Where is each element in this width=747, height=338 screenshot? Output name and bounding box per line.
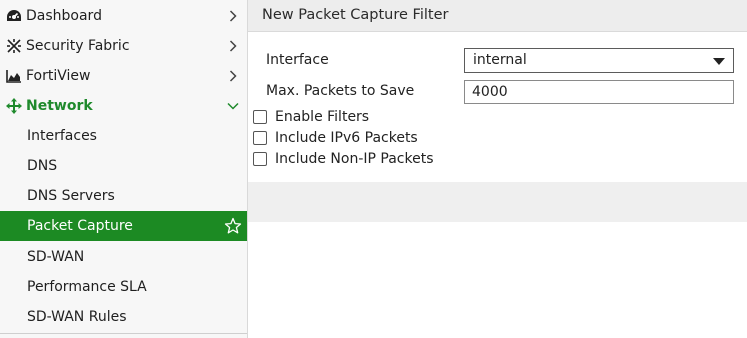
sidebar-item-label: DNS Servers [27, 188, 115, 204]
sidebar-item-network[interactable]: Network [0, 91, 247, 121]
star-icon[interactable] [224, 217, 242, 235]
sidebar-item-label: DNS [27, 158, 58, 174]
sidebar-divider [0, 333, 247, 334]
chevron-right-icon [227, 69, 239, 83]
main-panel: New Packet Capture Filter Interface inte… [248, 0, 747, 338]
sidebar-item-sd-wan-rules[interactable]: SD-WAN Rules [0, 302, 247, 332]
include-ipv6-checkbox[interactable] [253, 131, 267, 145]
form-footer-bar [248, 182, 747, 222]
chevron-right-icon [227, 39, 239, 53]
include-non-ip-checkbox[interactable] [253, 152, 267, 166]
sidebar-item-label: Performance SLA [27, 279, 147, 295]
max-packets-label: Max. Packets to Save [266, 83, 415, 99]
interface-select[interactable]: internal [464, 48, 734, 73]
interface-label: Interface [266, 52, 329, 68]
include-non-ip-label: Include Non-IP Packets [275, 151, 434, 167]
chevron-down-icon [227, 99, 239, 113]
sidebar-item-label: FortiView [26, 68, 91, 84]
sidebar-item-label: Network [26, 98, 93, 114]
sidebar-item-fortiview[interactable]: FortiView [0, 61, 247, 91]
caret-down-icon [713, 58, 725, 65]
sidebar-item-dashboard[interactable]: Dashboard [0, 1, 247, 31]
sidebar-item-performance-sla[interactable]: Performance SLA [0, 272, 247, 302]
enable-filters-checkbox[interactable] [253, 110, 267, 124]
interface-select-value: internal [473, 52, 527, 68]
sidebar-item-label: SD-WAN Rules [27, 309, 127, 325]
security-fabric-icon [5, 38, 23, 54]
sidebar: Dashboard Security Fabric FortiView Netw… [0, 0, 248, 338]
include-ipv6-label: Include IPv6 Packets [275, 130, 418, 146]
chevron-right-icon [227, 9, 239, 23]
sidebar-item-interfaces[interactable]: Interfaces [0, 121, 247, 151]
panel-header: New Packet Capture Filter [248, 0, 747, 32]
sidebar-item-label: Interfaces [27, 128, 97, 144]
network-icon [5, 98, 23, 114]
sidebar-item-dns-servers[interactable]: DNS Servers [0, 181, 247, 211]
sidebar-item-label: Security Fabric [26, 38, 130, 54]
enable-filters-label: Enable Filters [275, 109, 370, 125]
include-non-ip-checkbox-row[interactable]: Include Non-IP Packets [253, 149, 434, 169]
sidebar-item-label: Dashboard [26, 8, 102, 24]
sidebar-item-security-fabric[interactable]: Security Fabric [0, 31, 247, 61]
include-ipv6-checkbox-row[interactable]: Include IPv6 Packets [253, 128, 418, 148]
sidebar-item-label: Packet Capture [27, 218, 133, 234]
fortiview-icon [5, 69, 23, 83]
max-packets-input[interactable] [464, 80, 734, 104]
enable-filters-checkbox-row[interactable]: Enable Filters [253, 107, 369, 127]
sidebar-item-sd-wan[interactable]: SD-WAN [0, 242, 247, 272]
sidebar-item-dns[interactable]: DNS [0, 151, 247, 181]
sidebar-item-packet-capture[interactable]: Packet Capture [0, 211, 247, 241]
page-title: New Packet Capture Filter [262, 7, 449, 23]
dashboard-icon [5, 9, 23, 23]
sidebar-item-label: SD-WAN [27, 249, 85, 265]
